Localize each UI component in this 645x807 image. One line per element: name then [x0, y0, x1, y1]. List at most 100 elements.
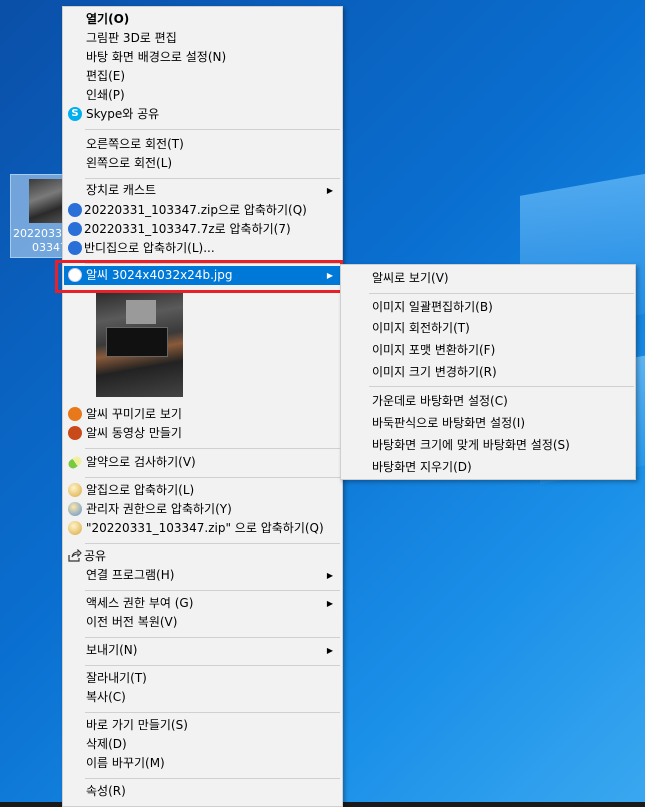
bandizip-icon — [68, 241, 82, 255]
alsee-submenu: 알씨로 보기(V) 이미지 일괄편집하기(B) 이미지 회전하기(T) 이미지 … — [340, 264, 636, 480]
context-menu: 열기(O) 그림판 3D로 편집 바탕 화면 배경으로 설정(N) 편집(E) … — [62, 6, 343, 807]
menu-item-edit[interactable]: 편집(E) — [64, 67, 341, 86]
alsee-video-icon — [68, 426, 82, 440]
menu-item-label: 관리자 권한으로 압축하기(Y) — [86, 502, 232, 516]
menu-item-label: 이름 바꾸기(M) — [86, 756, 165, 770]
menu-separator — [85, 178, 340, 179]
menu-item-admin-compress[interactable]: 관리자 권한으로 압축하기(Y) — [64, 500, 341, 519]
submenu-item-resize[interactable]: 이미지 크기 변경하기(R) — [341, 363, 635, 382]
preview-cpu-socket — [126, 300, 156, 324]
menu-item-label: 20220331_103347.zip으로 압축하기(Q) — [84, 203, 307, 217]
menu-item-label: 바탕 화면 배경으로 설정(N) — [86, 50, 227, 64]
menu-separator — [85, 778, 340, 779]
submenu-item-label: 이미지 회전하기(T) — [372, 321, 470, 335]
menu-item-alzip-compress[interactable]: 알집으로 압축하기(L) — [64, 481, 341, 500]
menu-item-alyac-scan[interactable]: 알약으로 검사하기(V) — [64, 453, 341, 472]
submenu-item-bg-clear[interactable]: 바탕화면 지우기(D) — [341, 458, 635, 477]
submenu-item-view-alsee[interactable]: 알씨로 보기(V) — [341, 269, 635, 288]
menu-item-rename[interactable]: 이름 바꾸기(M) — [64, 754, 341, 773]
menu-item-cut[interactable]: 잘라내기(T) — [64, 669, 341, 688]
menu-item-delete[interactable]: 삭제(D) — [64, 735, 341, 754]
menu-item-copy[interactable]: 복사(C) — [64, 688, 341, 707]
alyac-pill-icon — [66, 454, 84, 471]
menu-item-label: 열기(O) — [86, 12, 130, 26]
bandizip-icon — [68, 203, 82, 217]
menu-separator — [85, 712, 340, 713]
submenu-item-bg-tile[interactable]: 바둑판식으로 바탕화면 설정(I) — [341, 414, 635, 433]
admin-shield-icon — [68, 502, 82, 516]
submenu-arrow-icon: ▶ — [326, 571, 333, 580]
image-preview-thumbnail — [96, 292, 183, 397]
menu-item-label: 알씨 꾸미기로 보기 — [86, 407, 182, 421]
menu-item-share[interactable]: 공유 — [64, 547, 341, 566]
menu-item-rotate-right[interactable]: 오른쪽으로 회전(T) — [64, 135, 341, 154]
menu-item-label: 인쇄(P) — [86, 88, 125, 102]
menu-item-label: 삭제(D) — [86, 737, 127, 751]
menu-item-paint3d[interactable]: 그림판 3D로 편집 — [64, 29, 341, 48]
submenu-separator — [369, 293, 634, 294]
menu-item-label: 알약으로 검사하기(V) — [86, 455, 196, 469]
menu-item-label: 공유 — [84, 549, 107, 563]
menu-separator — [85, 448, 340, 449]
menu-item-named-zip[interactable]: "20220331_103347.zip" 으로 압축하기(Q) — [64, 519, 341, 538]
menu-item-label: "20220331_103347.zip" 으로 압축하기(Q) — [86, 521, 324, 535]
menu-item-label: 복사(C) — [86, 690, 126, 704]
submenu-item-rotate[interactable]: 이미지 회전하기(T) — [341, 319, 635, 338]
menu-item-grant-access[interactable]: 액세스 권한 부여 (G) ▶ — [64, 594, 341, 613]
menu-separator — [85, 665, 340, 666]
menu-item-label: 반디집으로 압축하기(L)... — [84, 241, 215, 255]
skype-icon: S — [68, 107, 82, 121]
menu-item-label: 연결 프로그램(H) — [86, 568, 175, 582]
menu-item-open[interactable]: 열기(O) — [64, 10, 341, 29]
menu-item-alsee-video[interactable]: 알씨 동영상 만들기 — [64, 424, 341, 443]
menu-item-restore-previous[interactable]: 이전 버전 복원(V) — [64, 613, 341, 632]
submenu-item-bg-fit[interactable]: 바탕화면 크기에 맞게 바탕화면 설정(S) — [341, 436, 635, 455]
menu-item-label: 20220331_103347.7z로 압축하기(7) — [84, 222, 291, 236]
menu-item-label: 알집으로 압축하기(L) — [86, 483, 195, 497]
alzip-egg-icon — [68, 521, 82, 535]
submenu-item-batch-edit[interactable]: 이미지 일괄편집하기(B) — [341, 298, 635, 317]
menu-item-cast[interactable]: 장치로 캐스트 ▶ — [64, 181, 341, 200]
bandizip-icon — [68, 222, 82, 236]
submenu-item-label: 이미지 크기 변경하기(R) — [372, 365, 497, 379]
share-icon — [68, 548, 82, 563]
menu-item-create-shortcut[interactable]: 바로 가기 만들기(S) — [64, 716, 341, 735]
menu-separator — [85, 637, 340, 638]
file-thumbnail-icon — [29, 179, 65, 223]
menu-separator — [85, 590, 340, 591]
menu-item-label: 보내기(N) — [86, 643, 138, 657]
menu-item-7z-compress[interactable]: 20220331_103347.7z로 압축하기(7) — [64, 220, 341, 239]
menu-item-label: 이전 버전 복원(V) — [86, 615, 178, 629]
menu-item-send-to[interactable]: 보내기(N) ▶ — [64, 641, 341, 660]
menu-item-skype-share[interactable]: S Skype와 공유 — [64, 105, 341, 124]
annotation-highlight-box — [55, 260, 343, 293]
submenu-item-label: 바둑판식으로 바탕화면 설정(I) — [372, 416, 526, 430]
submenu-item-convert[interactable]: 이미지 포맷 변환하기(F) — [341, 341, 635, 360]
menu-item-label: 편집(E) — [86, 69, 126, 83]
menu-item-set-background[interactable]: 바탕 화면 배경으로 설정(N) — [64, 48, 341, 67]
alzip-egg-icon — [68, 483, 82, 497]
menu-item-zip-compress[interactable]: 20220331_103347.zip으로 압축하기(Q) — [64, 201, 341, 220]
preview-ssd — [106, 327, 168, 357]
menu-item-print[interactable]: 인쇄(P) — [64, 86, 341, 105]
menu-item-bandizip-compress[interactable]: 반디집으로 압축하기(L)... — [64, 239, 341, 258]
submenu-item-label: 이미지 일괄편집하기(B) — [372, 300, 493, 314]
menu-separator — [85, 129, 340, 130]
submenu-item-label: 가운데로 바탕화면 설정(C) — [372, 394, 508, 408]
menu-item-alsee-decorate[interactable]: 알씨 꾸미기로 보기 — [64, 405, 341, 424]
menu-item-label: 알씨 동영상 만들기 — [86, 426, 182, 440]
submenu-separator — [369, 386, 634, 387]
submenu-item-label: 바탕화면 지우기(D) — [372, 460, 472, 474]
menu-item-properties[interactable]: 속성(R) — [64, 782, 341, 801]
alsee-decorate-icon — [68, 407, 82, 421]
menu-item-label: 그림판 3D로 편집 — [86, 31, 177, 45]
menu-item-label: Skype와 공유 — [86, 107, 160, 121]
submenu-item-label: 바탕화면 크기에 맞게 바탕화면 설정(S) — [372, 438, 570, 452]
menu-item-label: 액세스 권한 부여 (G) — [86, 596, 194, 610]
menu-item-open-with[interactable]: 연결 프로그램(H) ▶ — [64, 566, 341, 585]
menu-item-label: 속성(R) — [86, 784, 126, 798]
menu-item-rotate-left[interactable]: 왼쪽으로 회전(L) — [64, 154, 341, 173]
menu-item-label: 왼쪽으로 회전(L) — [86, 156, 173, 170]
menu-item-label: 장치로 캐스트 — [86, 183, 157, 197]
submenu-item-bg-center[interactable]: 가운데로 바탕화면 설정(C) — [341, 392, 635, 411]
